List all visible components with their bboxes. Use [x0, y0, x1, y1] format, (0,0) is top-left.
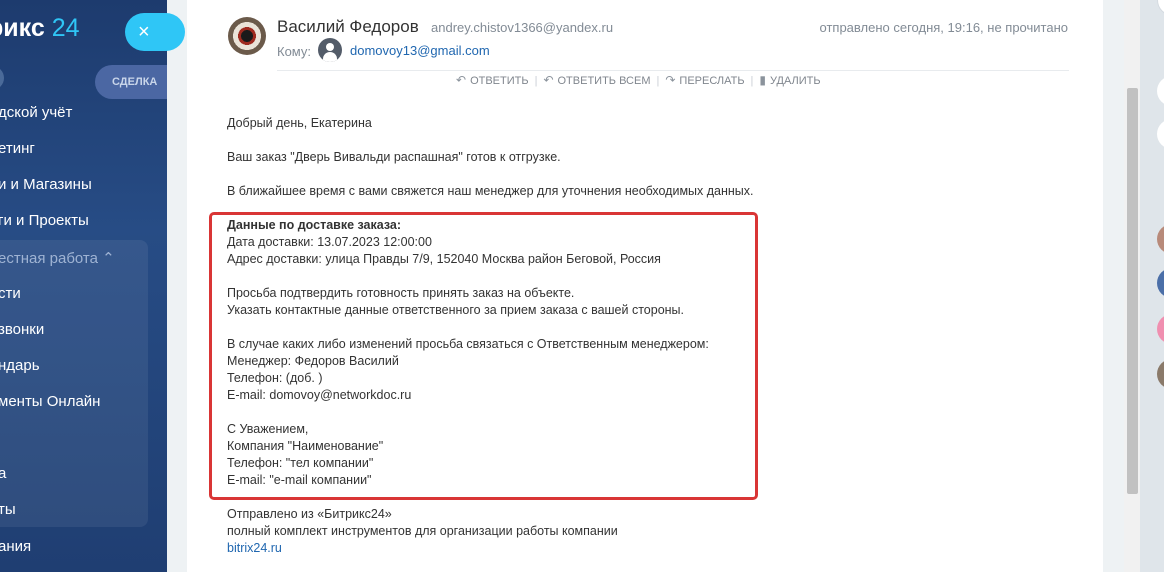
sidebar-item-marketing[interactable]: етинг [0, 140, 35, 157]
delivery-heading: Данные по доставке заказа: [227, 218, 402, 232]
sidebar-toggle-pill[interactable] [0, 66, 4, 90]
delete-label: УДАЛИТЬ [770, 75, 821, 87]
trash-icon: ▮ [759, 73, 767, 87]
delete-button[interactable]: ▮ УДАЛИТЬ [759, 73, 820, 87]
confirm-line-1: Просьба подтвердить готовность принять з… [227, 286, 575, 300]
company-phone: Телефон: "тел компании" [227, 456, 374, 470]
delivery-date: Дата доставки: 13.07.2023 12:00:00 [227, 235, 432, 249]
scrollbar-thumb[interactable] [1127, 88, 1138, 494]
to-label: Кому: [277, 44, 311, 59]
reply-all-icon: ↶ [543, 73, 554, 87]
delivery-address: Адрес доставки: улица Правды 7/9, 152040… [227, 252, 661, 266]
reply-button[interactable]: ↶ ОТВЕТИТЬ [456, 73, 529, 87]
sender-name: Василий Федоров [277, 17, 419, 36]
reply-icon: ↶ [456, 73, 467, 87]
reply-all-label: ОТВЕТИТЬ ВСЕМ [557, 75, 651, 87]
sender-avatar [228, 17, 266, 55]
sidebar-item-warehouse[interactable]: дской учёт [0, 104, 72, 121]
sidebar-item-mail[interactable]: а [0, 465, 6, 482]
bitrix24-logo[interactable]: рикс 24 [0, 14, 80, 43]
body-line-order-ready: Ваш заказ "Дверь Вивальди распашная" гот… [227, 150, 561, 164]
company-email: E-mail: "e-mail компании" [227, 473, 372, 487]
email-view: Василий Федоров andrey.chistov1366@yande… [187, 0, 1103, 572]
sidebar-item-documents-online[interactable]: менты Онлайн [0, 393, 100, 410]
footer-description: полный комплект инструментов для организ… [227, 524, 618, 538]
sidebar-item-groups[interactable]: ты [0, 501, 16, 518]
sidebar-item-tasks-projects[interactable]: ги и Проекты [0, 212, 89, 229]
manager-phone: Телефон: (доб. ) [227, 371, 323, 385]
forward-icon: ↷ [665, 73, 676, 87]
reply-label: ОТВЕТИТЬ [470, 75, 529, 87]
left-sidebar: рикс 24 СДЕЛКА дской учёт етинг и и Мага… [0, 0, 167, 572]
nav-group-collaboration [0, 240, 148, 527]
greeting-text: Добрый день, Екатерина [227, 116, 372, 130]
logo-number: 24 [51, 14, 80, 42]
body-line-manager-contact: В ближайшее время с вами свяжется наш ме… [227, 184, 754, 198]
sidebar-item-collaboration[interactable]: естная работа ⌃ [0, 249, 115, 267]
manager-line: Менеджер: Федоров Василий [227, 354, 399, 368]
regards-line: С Уважением, [227, 422, 309, 436]
company-name: Компания "Наименование" [227, 439, 384, 453]
forward-button[interactable]: ↷ ПЕРЕСЛАТЬ [665, 73, 744, 87]
changes-line: В случае каких либо изменений просьба св… [227, 337, 709, 351]
logo-text: рикс [0, 14, 45, 42]
forward-label: ПЕРЕСЛАТЬ [679, 75, 745, 87]
email-actions-bar: ↶ ОТВЕТИТЬ | ↶ ОТВЕТИТЬ ВСЕМ | ↷ ПЕРЕСЛАТЬ | ▮ УДА… [456, 73, 821, 87]
sidebar-item-calendar[interactable]: ндарь [0, 357, 40, 374]
confirm-line-2: Указать контактные данные ответственного… [227, 303, 685, 317]
header-divider [277, 70, 1069, 71]
sent-status: отправлено сегодня, 19:16, не прочитано [819, 20, 1068, 35]
bitrix24-link[interactable]: bitrix24.ru [227, 541, 282, 555]
sidebar-item-calls[interactable]: звонки [0, 321, 44, 338]
manager-email: E-mail: domovoy@networkdoc.ru [227, 388, 412, 402]
sidebar-item-messages[interactable]: сти [0, 285, 21, 302]
recipient-email-link[interactable]: domovoy13@gmail.com [350, 43, 490, 58]
recipient-avatar-icon [318, 38, 342, 62]
sender-email: andrey.chistov1366@yandex.ru [431, 20, 614, 35]
sidebar-item-company[interactable]: ания [0, 538, 31, 555]
reply-all-button[interactable]: ↶ ОТВЕТИТЬ ВСЕМ [543, 73, 650, 87]
deal-button[interactable]: СДЕЛКА [95, 65, 167, 99]
sidebar-item-sites-stores[interactable]: и и Магазины [0, 176, 92, 193]
close-icon[interactable]: × [125, 13, 185, 51]
footer-sent-from: Отправлено из «Битрикс24» [227, 507, 392, 521]
